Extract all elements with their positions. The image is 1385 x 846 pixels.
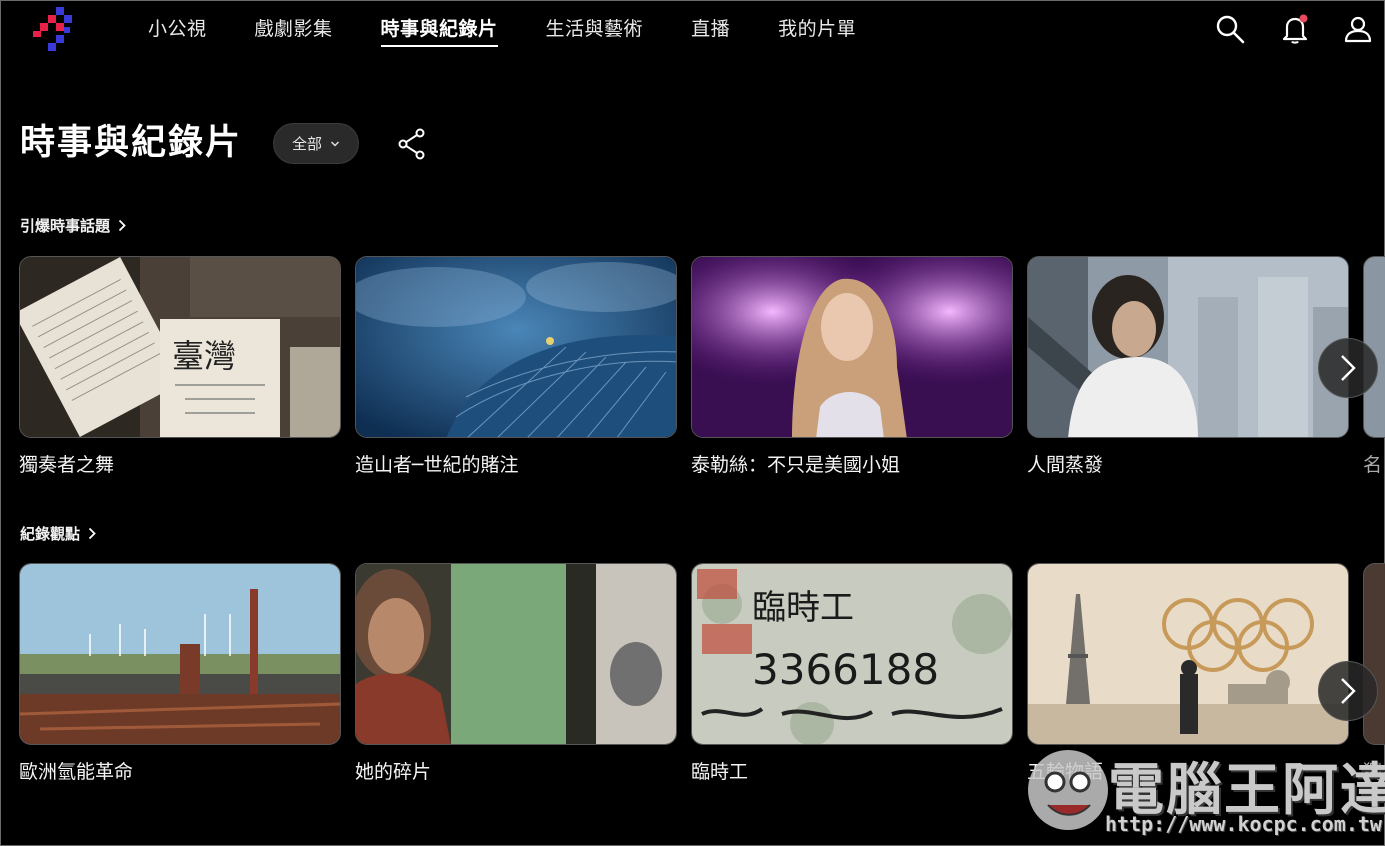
bell-icon[interactable] [1279, 13, 1311, 45]
video-card[interactable]: 臨時工 3366188 臨時工 [691, 563, 1013, 784]
video-title: 歐洲氫能革命 [19, 761, 134, 783]
thumb-text: 3366188 [752, 645, 939, 694]
nav-item-my-list[interactable]: 我的片單 [778, 15, 856, 45]
thumb-text: 臺灣 [172, 337, 236, 375]
nav-item-life-arts[interactable]: 生活與藝術 [546, 15, 644, 45]
carousel-next-button[interactable] [1318, 338, 1378, 398]
video-card[interactable]: 歐洲氫能革命 [19, 563, 341, 784]
notification-dot [1299, 14, 1308, 23]
watermark-url: http://www.kocpc.com.tw [1105, 812, 1382, 836]
carousel-next-button[interactable] [1318, 661, 1378, 721]
chevron-down-icon [330, 140, 340, 147]
video-thumbnail [355, 563, 677, 745]
section-title-documentary[interactable]: 紀錄觀點 [20, 523, 96, 544]
video-thumbnail [1363, 563, 1385, 745]
section-title-label: 紀錄觀點 [20, 525, 81, 543]
video-thumbnail: 臨時工 3366188 [691, 563, 1013, 745]
share-icon[interactable] [397, 128, 427, 160]
page-title: 時事與紀錄片 [20, 123, 243, 163]
video-title: 人間蒸發 [1027, 454, 1104, 476]
nav-item-news-documentary[interactable]: 時事與紀錄片 [380, 15, 498, 47]
video-thumbnail: 臺灣 [19, 256, 341, 438]
video-card[interactable]: 臺灣 獨奏者之舞 [19, 256, 341, 477]
chevron-right-icon [1341, 678, 1356, 704]
video-title: 泰勒絲：不只是美國小姐 [691, 454, 901, 476]
main-nav: 小公視 戲劇影集 時事與紀錄片 生活與藝術 直播 我的片單 [148, 15, 904, 47]
video-thumbnail [19, 563, 341, 745]
video-card[interactable]: 造山者─世紀的賭注 [355, 256, 677, 477]
chevron-right-icon [118, 219, 126, 232]
section-title-label: 引爆時事話題 [20, 217, 111, 235]
video-thumbnail [1027, 256, 1349, 438]
video-title: 臨時工 [691, 761, 749, 783]
video-thumbnail [691, 256, 1013, 438]
nav-item-kids[interactable]: 小公視 [148, 15, 207, 45]
filter-label: 全部 [291, 135, 322, 153]
thumb-text: 臨時工 [752, 588, 854, 628]
nav-item-live[interactable]: 直播 [691, 15, 730, 45]
search-icon[interactable] [1214, 13, 1246, 45]
user-icon[interactable] [1342, 13, 1374, 45]
video-thumbnail [355, 256, 677, 438]
video-card[interactable]: 人間蒸發 [1027, 256, 1349, 477]
video-title: 造山者─世紀的賭注 [355, 454, 519, 476]
chevron-right-icon [88, 527, 96, 540]
pts-logo[interactable] [33, 7, 79, 51]
category-filter-dropdown[interactable]: 全部 [273, 123, 359, 164]
video-title: 獨奏者之舞 [19, 454, 115, 476]
chevron-right-icon [1341, 355, 1356, 381]
video-card[interactable]: 她的碎片 [355, 563, 677, 784]
video-thumbnail [1027, 563, 1349, 745]
video-card[interactable]: 泰勒絲：不只是美國小姐 [691, 256, 1013, 477]
section-title-trending[interactable]: 引爆時事話題 [20, 215, 126, 236]
nav-item-drama[interactable]: 戲劇影集 [255, 15, 333, 45]
video-title: 名 [1363, 454, 1383, 476]
video-title: 她的碎片 [355, 761, 432, 783]
